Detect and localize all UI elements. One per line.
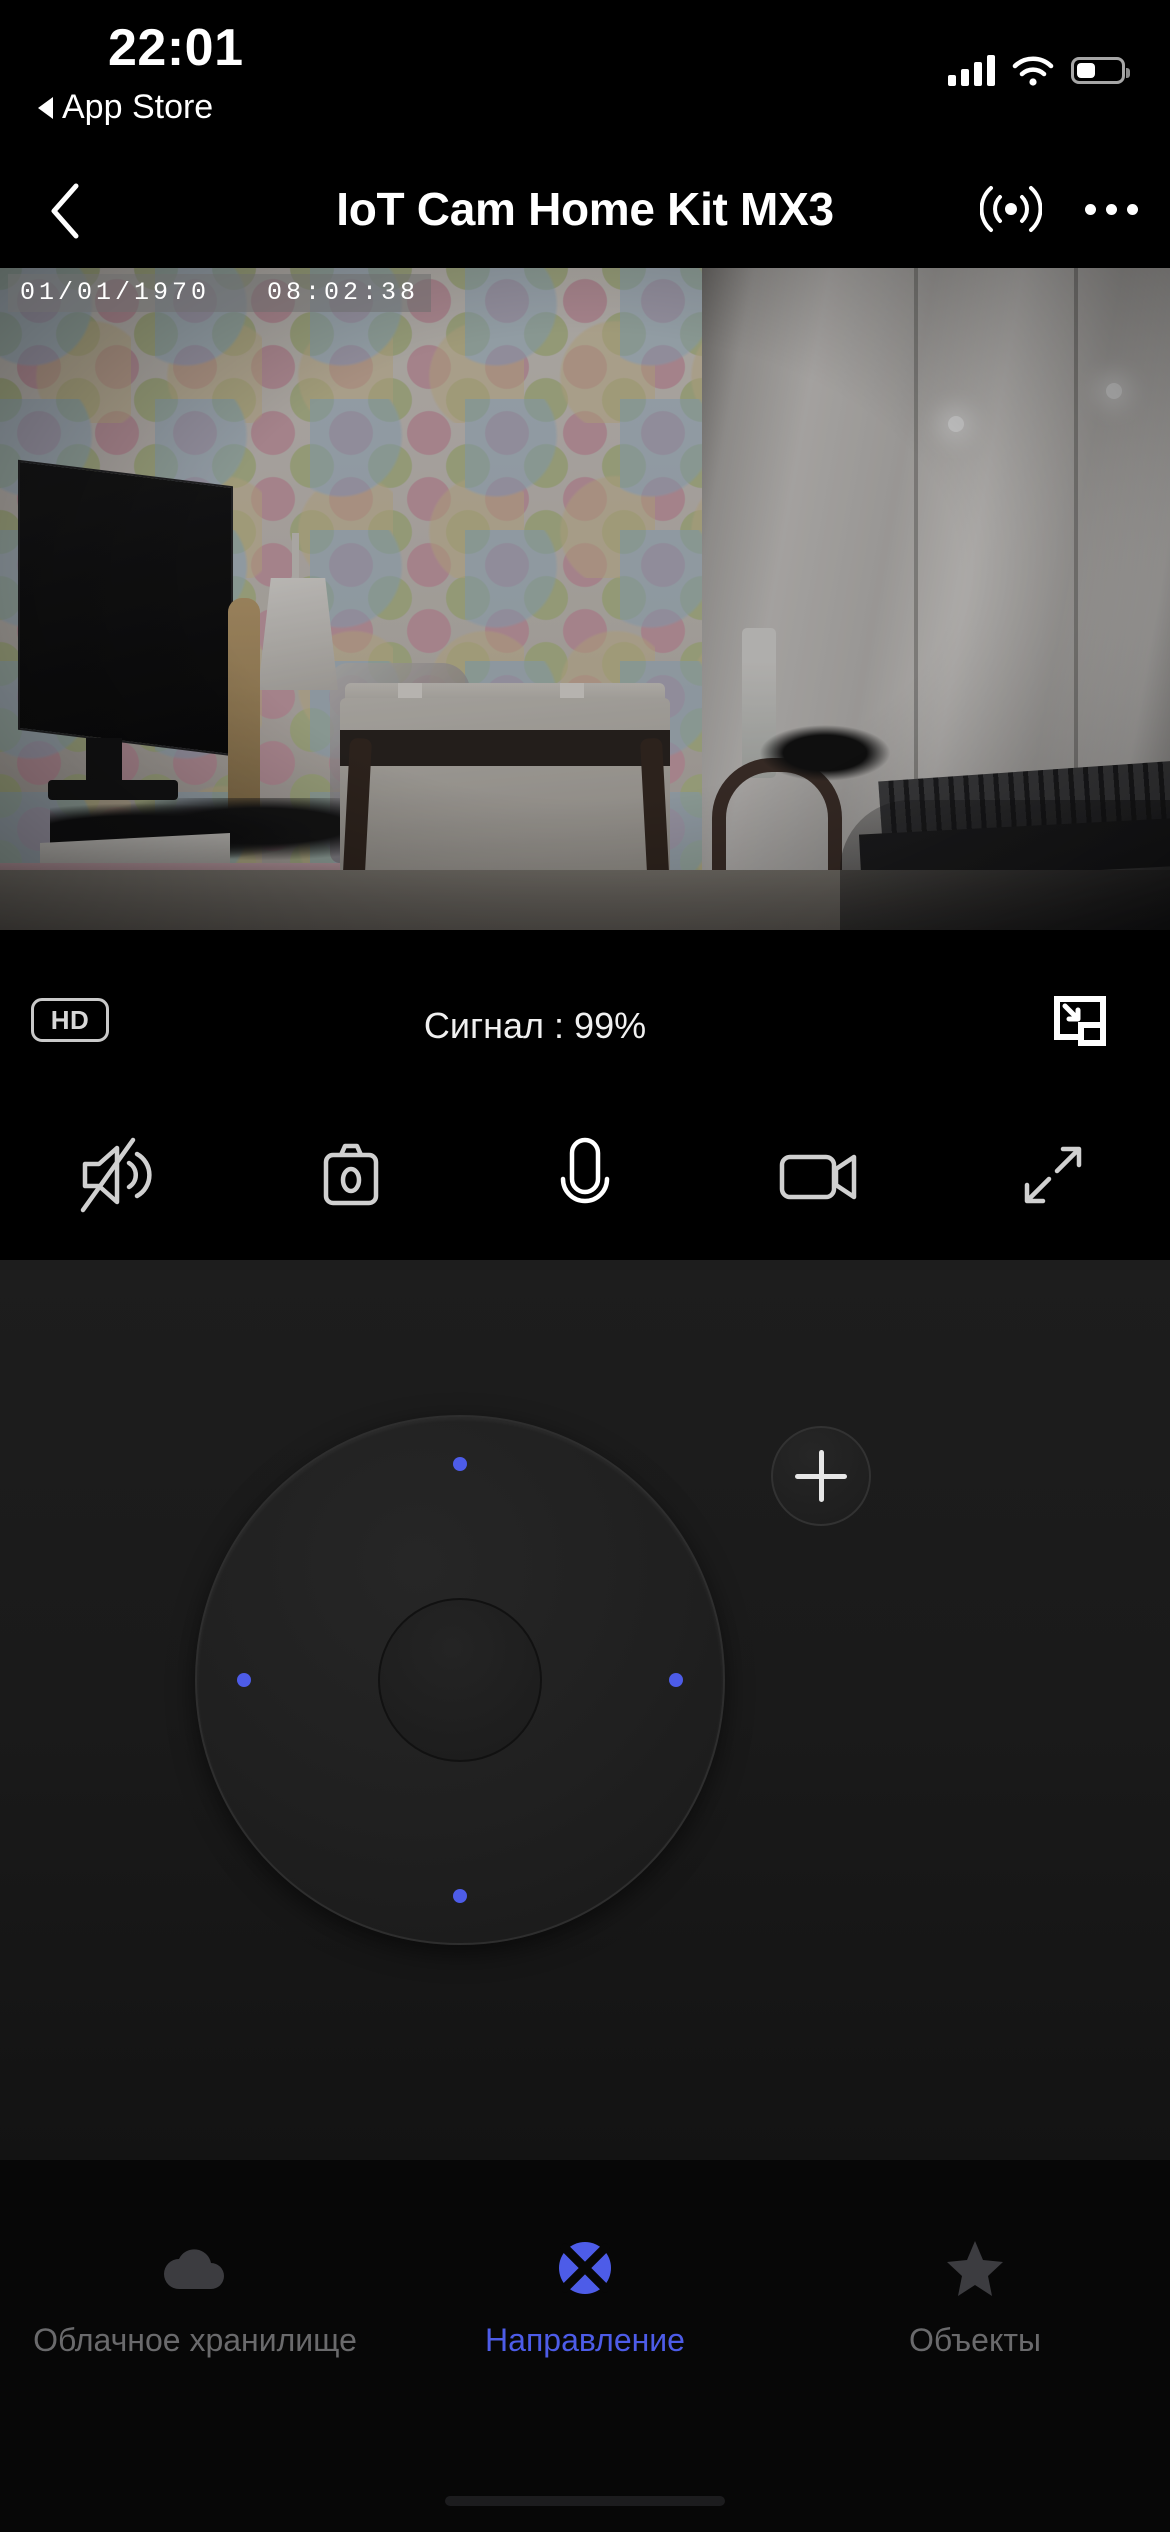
video-timestamp-overlay: 01/01/1970 08:02:38 bbox=[8, 274, 432, 312]
home-indicator bbox=[445, 2496, 725, 2506]
camera-icon bbox=[323, 1143, 379, 1206]
return-app-label: App Store bbox=[62, 88, 214, 126]
wifi-icon bbox=[1012, 55, 1054, 86]
camera-video-feed[interactable]: 01/01/1970 08:02:38 bbox=[0, 268, 1170, 930]
direction-dot-right[interactable] bbox=[669, 1673, 683, 1687]
navigation-bar: IoT Cam Home Kit MX3 bbox=[0, 160, 1170, 268]
tab-cloud-storage[interactable]: Облачное хранилище bbox=[0, 2236, 390, 2359]
record-button[interactable] bbox=[702, 1090, 936, 1260]
broadcast-signal-button[interactable] bbox=[978, 176, 1044, 242]
bottom-tab-bar: Облачное хранилище Направление Объекты bbox=[0, 2160, 1170, 2532]
media-controls-bar bbox=[0, 1090, 1170, 1260]
signal-bars-icon bbox=[948, 54, 995, 86]
cloud-icon bbox=[160, 2236, 230, 2300]
return-to-app-store-link[interactable]: App Store bbox=[38, 88, 213, 127]
tab-label-cloud-storage: Облачное хранилище bbox=[33, 2322, 357, 2358]
picture-in-picture-icon bbox=[1054, 996, 1106, 1046]
speaker-muted-icon bbox=[80, 1137, 152, 1213]
tab-label-objects: Объекты bbox=[909, 2322, 1041, 2358]
picture-in-picture-button[interactable] bbox=[1048, 990, 1112, 1054]
broadcast-signal-icon bbox=[980, 186, 1042, 232]
app-screen: 22:01 App Store IoT Cam Home Kit MX3 01/… bbox=[0, 0, 1170, 2532]
battery-icon bbox=[1071, 57, 1130, 84]
expand-arrows-icon bbox=[1024, 1146, 1082, 1204]
status-bar: 22:01 App Store bbox=[0, 0, 1170, 126]
direction-dot-up[interactable] bbox=[453, 1457, 467, 1471]
scene-vignette bbox=[0, 268, 1170, 930]
plus-icon-vertical bbox=[818, 1450, 824, 1502]
tab-label-direction: Направление bbox=[485, 2322, 685, 2358]
add-preset-button[interactable] bbox=[771, 1426, 871, 1526]
microphone-icon bbox=[560, 1137, 610, 1204]
fullscreen-button[interactable] bbox=[936, 1090, 1170, 1260]
mute-button[interactable] bbox=[0, 1090, 234, 1260]
direction-control-panel bbox=[0, 1260, 1170, 2160]
more-options-button[interactable] bbox=[1078, 176, 1144, 242]
signal-strength-label: Сигнал : 99% bbox=[423, 1005, 647, 1046]
back-triangle-icon bbox=[38, 96, 53, 119]
tab-direction[interactable]: Направление bbox=[390, 2236, 780, 2359]
video-camera-icon bbox=[779, 1154, 857, 1200]
more-horizontal-icon bbox=[1084, 203, 1138, 215]
navigation-actions bbox=[978, 176, 1144, 242]
talk-button[interactable] bbox=[468, 1090, 702, 1260]
direction-pad[interactable] bbox=[195, 1415, 725, 1945]
star-icon bbox=[940, 2236, 1010, 2300]
camera-scene bbox=[0, 268, 1170, 930]
status-bar-clock: 22:01 bbox=[108, 19, 244, 77]
direction-dot-down[interactable] bbox=[453, 1889, 467, 1903]
status-bar-indicators bbox=[948, 46, 1130, 86]
direction-pad-center[interactable] bbox=[378, 1598, 542, 1762]
snapshot-button[interactable] bbox=[234, 1090, 468, 1260]
tab-objects[interactable]: Объекты bbox=[780, 2236, 1170, 2359]
direction-pad-icon bbox=[550, 2236, 620, 2300]
stream-info-bar: HD Сигнал : 99% bbox=[0, 930, 1170, 1090]
direction-dot-left[interactable] bbox=[237, 1673, 251, 1687]
